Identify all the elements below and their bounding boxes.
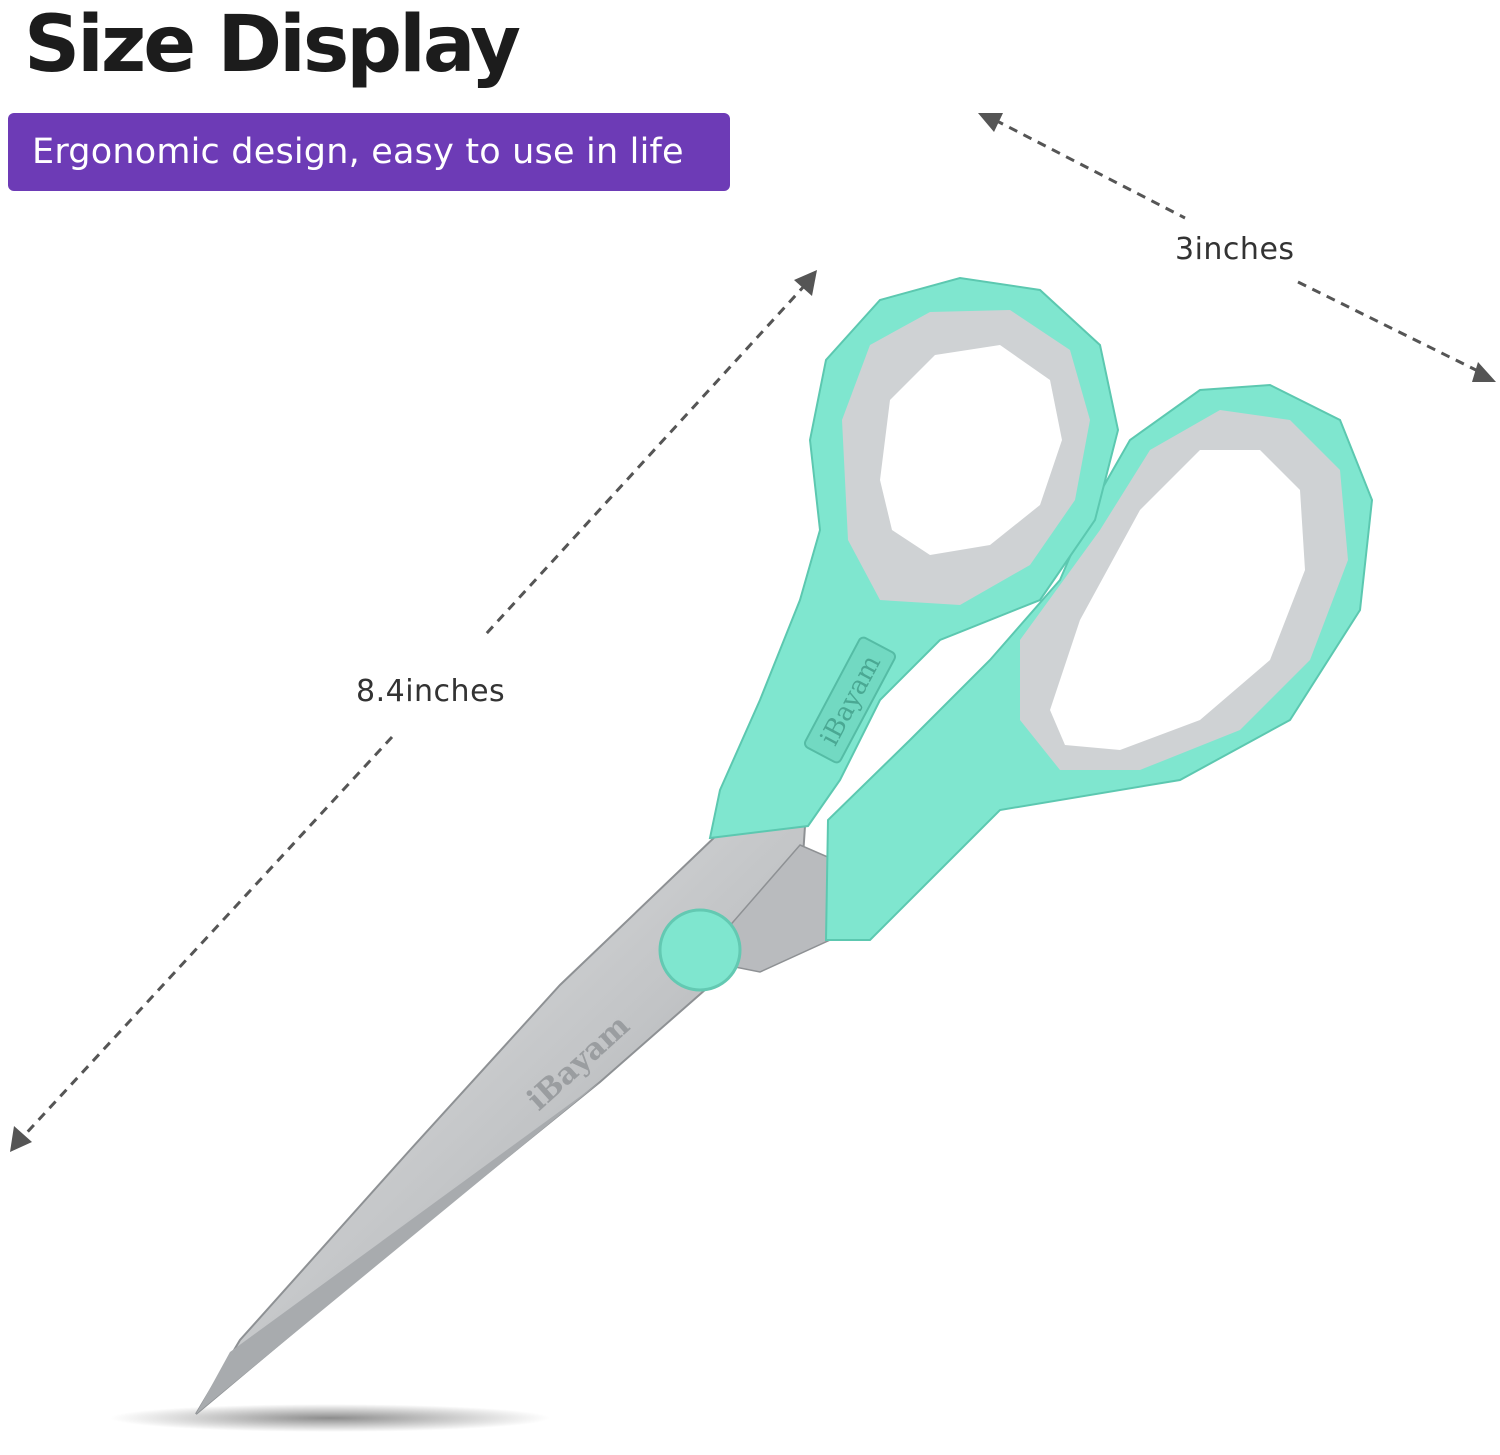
scissors-illustration: iBayam iBayam bbox=[10, 113, 1496, 1432]
width-dimension-label: 3inches bbox=[1175, 232, 1295, 267]
length-dimension-label: 8.4inches bbox=[356, 674, 506, 709]
arrow-head-icon bbox=[794, 270, 817, 296]
arrow-head-icon bbox=[1472, 362, 1496, 382]
length-dimension-line bbox=[18, 282, 808, 1142]
feature-badge-text: Ergonomic design, easy to use in life bbox=[32, 132, 684, 172]
floor-shadow bbox=[110, 1404, 550, 1432]
feature-badge: Ergonomic design, easy to use in life bbox=[8, 113, 730, 191]
pivot-screw bbox=[658, 908, 742, 992]
page-title: Size Display bbox=[24, 0, 521, 90]
